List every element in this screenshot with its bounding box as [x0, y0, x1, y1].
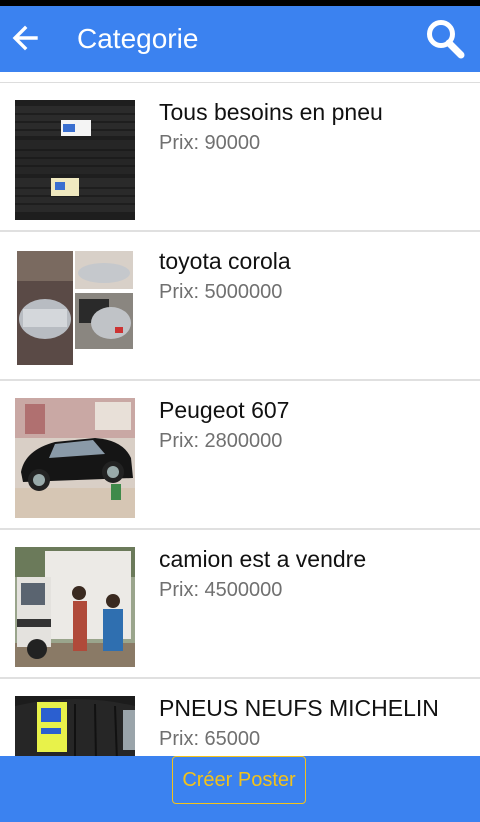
search-icon — [427, 20, 465, 59]
box-truck-photo — [15, 547, 135, 667]
listing-thumbnail[interactable] — [15, 547, 135, 667]
create-poster-button[interactable]: Créer Poster — [172, 756, 306, 804]
listing-thumbnail[interactable] — [15, 100, 135, 220]
list-item[interactable]: Tous besoins en pneu Prix: 90000 — [0, 83, 480, 232]
listing-title[interactable]: Peugeot 607 — [159, 396, 289, 424]
listing-price: Prix: 5000000 — [159, 281, 283, 303]
listing-thumbnail[interactable] — [15, 696, 135, 757]
listing-thumbnail[interactable] — [15, 249, 135, 369]
listing-title[interactable]: PNEUS NEUFS MICHELIN — [159, 694, 439, 722]
list-item[interactable]: Peugeot 607 Prix: 2800000 — [0, 381, 480, 530]
back-button[interactable] — [8, 20, 44, 56]
listing-title[interactable]: toyota corola — [159, 247, 291, 275]
tires-photo — [15, 100, 135, 220]
list-item[interactable]: camion est a vendre Prix: 4500000 — [0, 530, 480, 679]
list-item[interactable]: PNEUS NEUFS MICHELIN Prix: 65000 — [0, 679, 480, 757]
list-item[interactable]: toyota corola Prix: 5000000 — [0, 232, 480, 381]
black-sedan-photo — [15, 398, 135, 518]
listing-title[interactable]: Tous besoins en pneu — [159, 98, 383, 126]
listing-price: Prix: 2800000 — [159, 430, 283, 452]
listing-price: Prix: 65000 — [159, 728, 261, 750]
michelin-tire-photo — [15, 696, 135, 757]
listing-price: Prix: 4500000 — [159, 579, 283, 601]
listing-thumbnail[interactable] — [15, 398, 135, 518]
sedan-collage-photo — [15, 249, 135, 369]
app-bar: Categorie — [0, 6, 480, 72]
listing-list[interactable]: Tous besoins en pneu Prix: 90000 toyota … — [0, 82, 480, 757]
arrow-left-icon — [12, 25, 38, 51]
page-title: Categorie — [77, 23, 199, 54]
listing-price: Prix: 90000 — [159, 132, 261, 154]
bottom-bar: Créer Poster — [0, 756, 480, 822]
search-button[interactable] — [424, 18, 468, 60]
listing-title[interactable]: camion est a vendre — [159, 545, 366, 573]
